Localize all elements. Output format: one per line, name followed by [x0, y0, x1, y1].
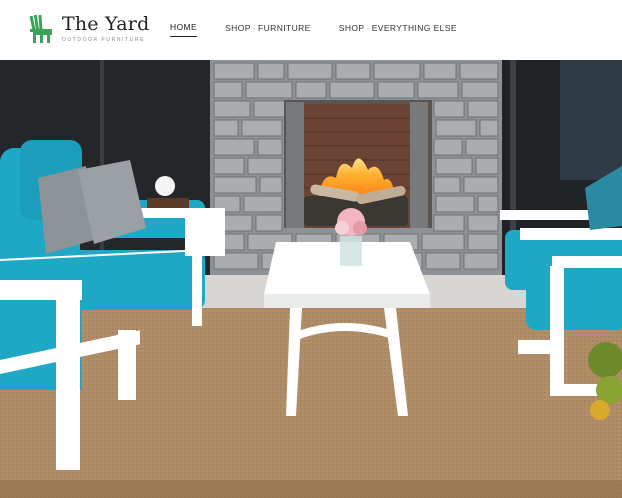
nav-item-separator: - — [366, 22, 370, 33]
nav-home[interactable]: HOME — [170, 22, 198, 37]
nav-shop-everything-else[interactable]: SHOP - EVERYTHING ELSE — [339, 23, 457, 37]
nav-item-prefix: SHOP — [225, 22, 251, 33]
area-rug — [0, 308, 622, 498]
site-logo[interactable]: The Yard Outdoor Furniture — [28, 12, 150, 48]
nav-item-separator: - — [252, 22, 257, 33]
adirondack-chair-icon — [29, 14, 52, 43]
main-nav: HOME SHOP - FURNITURE SHOP - EVERYTHING ELSE — [170, 22, 457, 37]
patio-furniture-photo — [0, 60, 622, 498]
brand-name: The Yard — [62, 13, 150, 35]
nav-item-label: EVERYTHING ELSE — [371, 22, 457, 33]
brand-tagline: Outdoor Furniture — [62, 37, 146, 43]
nav-item-label: FURNITURE — [258, 22, 311, 33]
hero-image — [0, 60, 622, 498]
site-header: The Yard Outdoor Furniture HOME SHOP - FUR… — [0, 0, 622, 60]
nav-item-prefix: SHOP — [338, 22, 365, 33]
nav-shop-furniture[interactable]: SHOP - FURNITURE — [225, 23, 311, 37]
